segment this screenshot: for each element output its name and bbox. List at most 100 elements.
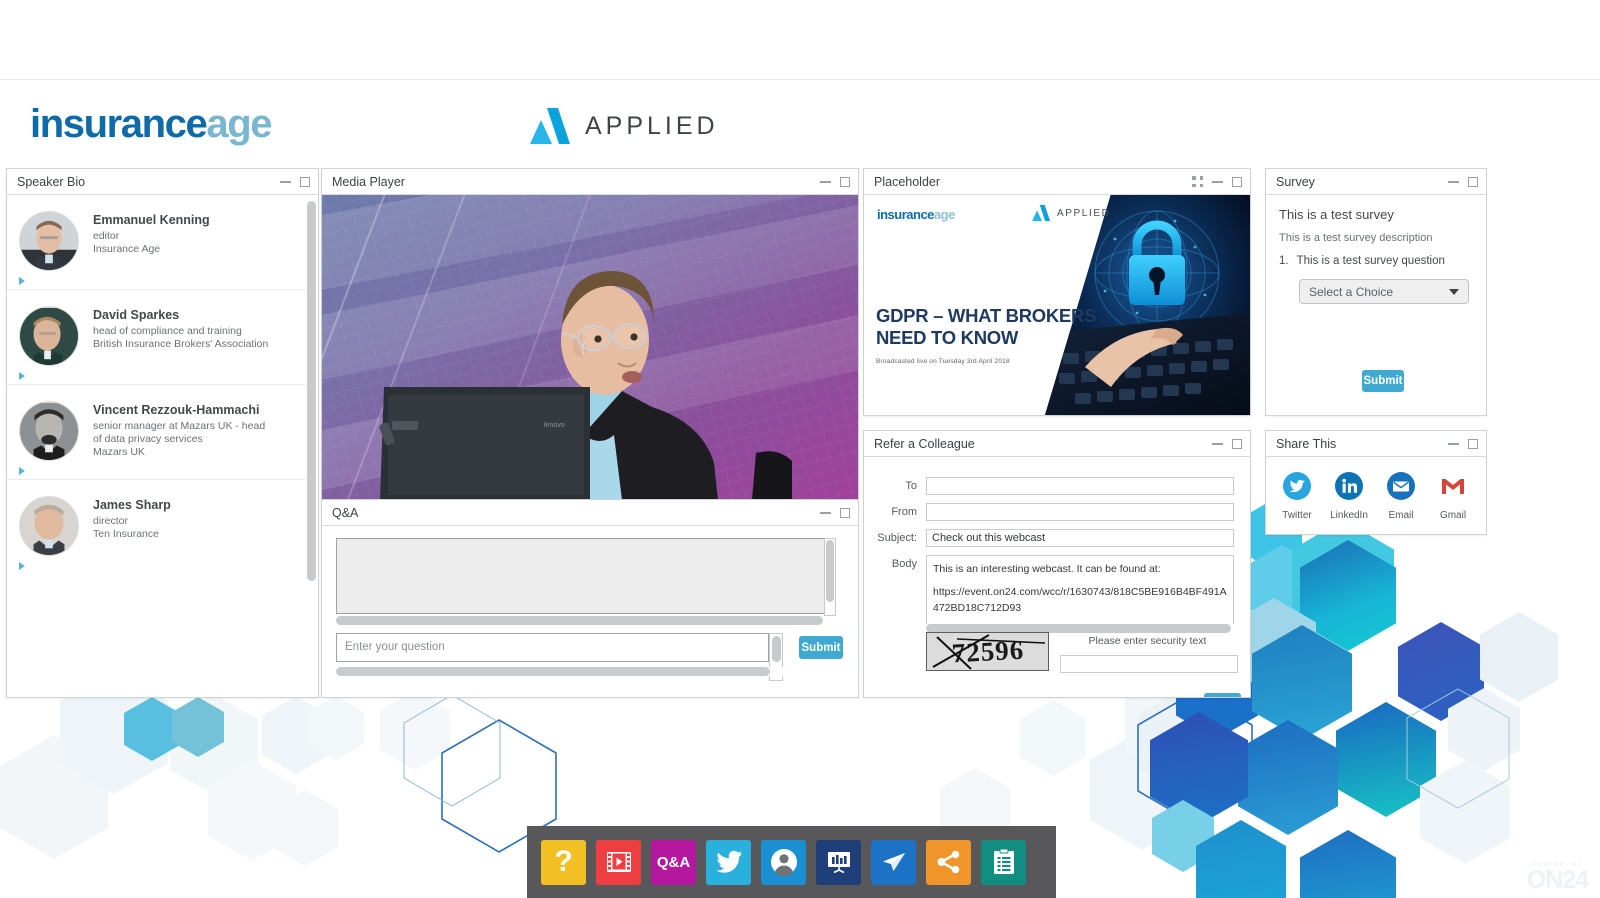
expand-arrow-icon[interactable]: [19, 277, 25, 285]
survey-question-text: This is a test survey question: [1297, 255, 1445, 267]
qa-message-log[interactable]: [336, 538, 836, 614]
placeholder-body: insuranceage APPLIED GDPR – WHAT BROKERS…: [864, 195, 1250, 415]
slides-button[interactable]: [816, 840, 861, 885]
share-twitter[interactable]: Twitter: [1278, 471, 1316, 521]
expand-arrow-icon[interactable]: [19, 467, 25, 475]
scrollbar-thumb[interactable]: [772, 636, 781, 662]
from-label: From: [864, 503, 926, 518]
qa-button[interactable]: Q&A: [651, 840, 696, 885]
media-player-header: Media Player: [322, 169, 858, 195]
qa-log-scrollbar[interactable]: [824, 538, 836, 616]
share-email[interactable]: Email: [1382, 471, 1420, 521]
slide-applied-wordmark: APPLIED: [1057, 208, 1110, 219]
twitter-button[interactable]: [706, 840, 751, 885]
body-field[interactable]: This is an interesting webcast. It can b…: [926, 555, 1234, 625]
speaker-name: Emmanuel Kenning: [93, 213, 210, 227]
share-button[interactable]: [926, 840, 971, 885]
qa-log-hscrollbar[interactable]: [336, 616, 837, 625]
window-controls: [280, 177, 310, 187]
logo-text-secondary: age: [206, 102, 271, 146]
scrollbar[interactable]: [307, 201, 316, 691]
speaker-list: Emmanuel Kenning editor Insurance Age Da…: [7, 195, 306, 697]
film-play-icon: [605, 849, 633, 875]
scrollbar-thumb[interactable]: [336, 667, 770, 676]
media-player-body[interactable]: lenovo: [322, 195, 858, 499]
list-item[interactable]: Vincent Rezzouk-Hammachi senior manager …: [7, 385, 306, 480]
expand-arrow-icon[interactable]: [19, 562, 25, 570]
slide-subtitle: Broadcasted live on Tuesday 3rd April 20…: [876, 358, 1010, 365]
security-text-label: Please enter security text: [1060, 635, 1235, 647]
share-nodes-icon: [936, 849, 962, 875]
help-button[interactable]: ?: [541, 840, 586, 885]
speaker-role: head of compliance and training: [93, 325, 268, 338]
share-this-panel: Share This Twitter: [1265, 430, 1487, 535]
share-linkedin[interactable]: LinkedIn: [1330, 471, 1368, 521]
insurance-age-logo: insuranceage: [30, 102, 271, 147]
panel-title: Speaker Bio: [17, 175, 280, 189]
qa-question-input[interactable]: Enter your question: [336, 633, 769, 662]
qa-body: Enter your question Submit: [322, 526, 858, 697]
minimize-icon[interactable]: [280, 181, 291, 183]
list-item[interactable]: Emmanuel Kenning editor Insurance Age: [7, 195, 306, 290]
maximize-icon[interactable]: [300, 177, 310, 187]
minimize-icon[interactable]: [1212, 181, 1223, 183]
refer-body-row: Body This is an interesting webcast. It …: [864, 555, 1234, 625]
list-item[interactable]: David Sparkes head of compliance and tra…: [7, 290, 306, 385]
maximize-icon[interactable]: [1468, 439, 1478, 449]
scrollbar-thumb[interactable]: [826, 540, 834, 602]
body-label: Body: [864, 555, 926, 570]
twitter-icon: [1282, 471, 1312, 501]
speaker-role-cont: of data privacy services: [93, 433, 265, 446]
survey-heading: This is a test survey: [1279, 207, 1394, 222]
share-gmail[interactable]: Gmail: [1434, 471, 1472, 521]
popout-icon[interactable]: [1192, 176, 1203, 187]
speaker-text: Emmanuel Kenning editor Insurance Age: [93, 211, 210, 271]
maximize-icon[interactable]: [1468, 177, 1478, 187]
subject-field[interactable]: Check out this webcast: [926, 529, 1234, 547]
survey-description: This is a test survey description: [1279, 232, 1432, 244]
window-controls: [1448, 177, 1478, 187]
maximize-icon[interactable]: [840, 508, 850, 518]
minimize-icon[interactable]: [1212, 443, 1223, 445]
placeholder-header: Placeholder: [864, 169, 1250, 195]
refer-button[interactable]: [871, 840, 916, 885]
survey-button[interactable]: [981, 840, 1026, 885]
maximize-icon[interactable]: [1232, 439, 1242, 449]
refer-send-button[interactable]: Send: [1204, 693, 1241, 697]
speaker-bio-button[interactable]: [761, 840, 806, 885]
list-item[interactable]: James Sharp director Ten Insurance: [7, 480, 306, 574]
survey-panel: Survey This is a test survey This is a t…: [1265, 168, 1487, 416]
speaker-bio-panel: Speaker Bio Emmanuel Kenning editor Insu…: [6, 168, 319, 698]
expand-arrow-icon[interactable]: [19, 372, 25, 380]
avatar: [19, 496, 79, 556]
slide-logo-primary: insurance: [877, 207, 934, 222]
qa-submit-button[interactable]: Submit: [799, 636, 843, 659]
minimize-icon[interactable]: [1448, 181, 1459, 183]
maximize-icon[interactable]: [1232, 177, 1242, 187]
linkedin-icon: [1334, 471, 1364, 501]
survey-submit-button[interactable]: Submit: [1362, 370, 1404, 392]
survey-header: Survey: [1266, 169, 1486, 195]
media-button[interactable]: [596, 840, 641, 885]
speaker-text: David Sparkes head of compliance and tra…: [93, 306, 268, 366]
refer-body: To From Subject: Check out this webcast …: [864, 457, 1250, 697]
minimize-icon[interactable]: [820, 181, 831, 183]
video-stream[interactable]: lenovo: [322, 195, 858, 499]
speaker-bio-header: Speaker Bio: [7, 169, 318, 195]
window-controls: [1448, 439, 1478, 449]
minimize-icon[interactable]: [1448, 443, 1459, 445]
qa-input-hscrollbar[interactable]: [336, 667, 783, 676]
minimize-icon[interactable]: [820, 512, 831, 514]
applied-mark-icon: [530, 106, 574, 146]
qa-header: Q&A: [322, 500, 858, 526]
avatar: [19, 211, 79, 271]
security-text-input[interactable]: [1060, 655, 1238, 673]
scrollbar-thumb[interactable]: [336, 616, 823, 625]
body-line-1: This is an interesting webcast. It can b…: [933, 561, 1227, 577]
scrollbar-thumb[interactable]: [307, 201, 316, 581]
maximize-icon[interactable]: [840, 177, 850, 187]
survey-choice-select[interactable]: Select a Choice: [1299, 279, 1469, 304]
qa-panel: Q&A Enter your question Submit: [321, 499, 859, 698]
to-field[interactable]: [926, 477, 1234, 495]
from-field[interactable]: [926, 503, 1234, 521]
